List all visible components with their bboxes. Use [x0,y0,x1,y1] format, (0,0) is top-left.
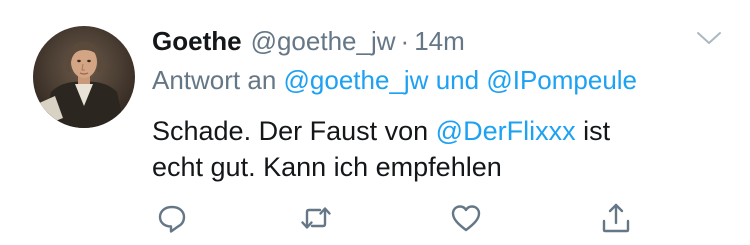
tweet[interactable]: Goethe @goethe_jw · 14m Antwort an @goet… [0,0,750,245]
reply-connector: und [435,65,480,95]
tweet-text-part2: ist [583,116,611,146]
tweet-mention[interactable]: @DerFlixxx [436,116,576,146]
avatar-portrait-icon [33,26,135,128]
avatar[interactable] [33,26,135,128]
retweet-icon[interactable] [298,200,334,236]
tweet-text-line2: echt gut. Kann ich empfehlen [152,152,502,182]
heart-icon[interactable] [448,200,484,236]
tweet-time[interactable]: 14m [414,24,465,58]
reply-mention-2[interactable]: @IPompeule [486,65,637,95]
separator-dot: · [400,26,410,56]
reply-prefix: Antwort an [152,65,277,95]
tweet-text: Schade. Der Faust von @DerFlixxx ist ech… [152,113,712,185]
tweet-header: Goethe @goethe_jw · 14m [152,24,465,58]
author-handle[interactable]: @goethe_jw [251,24,396,58]
tweet-text-part1: Schade. Der Faust von [152,116,429,146]
author-name[interactable]: Goethe [152,24,242,58]
reply-icon[interactable] [154,200,190,236]
share-icon[interactable] [598,200,634,236]
reply-context: Antwort an @goethe_jw und @IPompeule [152,63,637,97]
chevron-down-icon[interactable] [695,28,723,48]
reply-mention-1[interactable]: @goethe_jw [284,65,429,95]
